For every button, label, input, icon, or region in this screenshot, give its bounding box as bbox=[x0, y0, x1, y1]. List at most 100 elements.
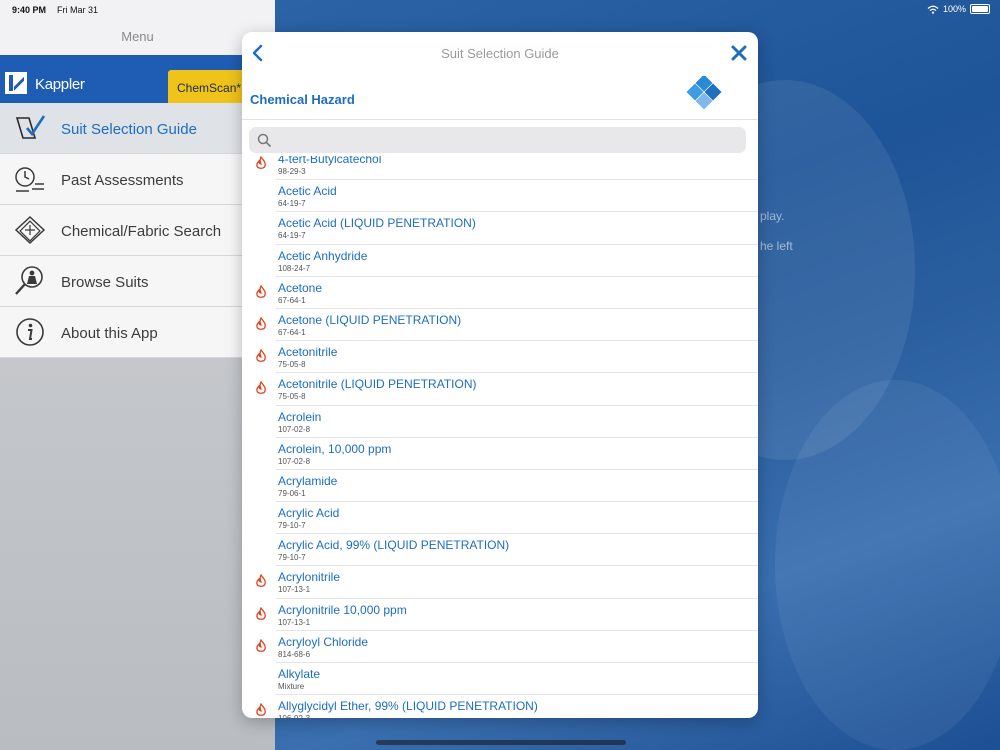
chemical-name: Acetonitrile (LIQUID PENETRATION) bbox=[278, 377, 477, 392]
menu-label-suit-selection-guide: Suit Selection Guide bbox=[61, 121, 197, 138]
chemical-name: Acrylic Acid bbox=[278, 506, 340, 521]
chemical-cas-number: 75-05-8 bbox=[278, 360, 306, 370]
menu-item-suit-selection-guide[interactable]: Suit Selection Guide bbox=[0, 103, 275, 154]
chemical-row[interactable]: Acryloyl Chloride 814-68-6 bbox=[242, 631, 758, 663]
chemical-name: Acrylonitrile bbox=[278, 570, 341, 585]
chemical-cas-number: 79-10-7 bbox=[278, 553, 306, 563]
chemical-row[interactable]: Acetic Acid 64-19-7 bbox=[242, 180, 758, 213]
chemical-cas-number: 64-19-7 bbox=[278, 199, 306, 209]
suit-selection-modal: Suit Selection Guide Chemical Hazard 4-t… bbox=[242, 32, 758, 718]
menu-title: Menu bbox=[121, 29, 154, 44]
background-figure-lower bbox=[775, 380, 1000, 750]
status-bar: 9:40 PM Fri Mar 31 100% bbox=[0, 0, 1000, 20]
status-right: 100% bbox=[927, 4, 990, 14]
chemical-row[interactable]: Allyglycidyl Ether, 99% (LIQUID PENETRAT… bbox=[242, 695, 758, 718]
flammable-icon bbox=[256, 381, 266, 395]
chemical-cas-number: 106-92-3 bbox=[278, 714, 310, 718]
chemical-cas-number: 64-19-7 bbox=[278, 231, 306, 241]
battery-icon bbox=[970, 4, 990, 14]
flammable-icon bbox=[256, 703, 266, 717]
chemical-row[interactable]: Acrolein 107-02-8 bbox=[242, 406, 758, 438]
chemical-cas-number: 814-68-6 bbox=[278, 649, 311, 659]
chemical-row[interactable]: Acrolein, 10,000 ppm 107-02-8 bbox=[242, 438, 758, 470]
chemical-row[interactable]: 4-tert-Butylcatechol 98-29-3 bbox=[242, 156, 758, 181]
chemical-row[interactable]: Acrylonitrile 10,000 ppm 107-13-1 bbox=[242, 599, 758, 631]
detail-hint-line2: he left bbox=[760, 239, 793, 253]
status-time: 9:40 PM bbox=[12, 5, 47, 15]
chemical-name: Acrolein bbox=[278, 409, 322, 424]
chemical-cas-number: 107-13-1 bbox=[278, 617, 311, 627]
menu-label-chemical-fabric-search: Chemical/Fabric Search bbox=[61, 223, 222, 240]
sidebar: Menu Kappler ChemScan* Suit Selection Gu… bbox=[0, 0, 275, 750]
chemical-name: Acetic Acid (LIQUID PENETRATION) bbox=[278, 216, 476, 231]
chemical-cas-number: 79-10-7 bbox=[278, 521, 306, 531]
chemical-name: Allyglycidyl Ether, 99% (LIQUID PENETRAT… bbox=[278, 699, 538, 714]
chemical-cas-number: 67-64-1 bbox=[278, 295, 306, 305]
chemical-cas-number: 108-24-7 bbox=[278, 263, 311, 273]
chemical-cas-number: 67-64-1 bbox=[278, 327, 306, 337]
chemical-cas-number: Mixture bbox=[278, 682, 305, 691]
menu-item-browse-suits[interactable]: Browse Suits bbox=[0, 256, 275, 307]
flammable-icon bbox=[256, 284, 266, 298]
chemscan-button[interactable]: ChemScan* bbox=[168, 70, 248, 103]
chemical-name: Acetonitrile bbox=[278, 345, 338, 360]
modal-title: Suit Selection Guide bbox=[441, 46, 559, 61]
chemical-name: Acetone bbox=[278, 280, 323, 295]
chemical-cas-number: 79-06-1 bbox=[278, 488, 306, 498]
flammable-icon bbox=[256, 638, 266, 652]
menu-label-past-assessments: Past Assessments bbox=[61, 172, 184, 189]
chemical-row[interactable]: Acrylic Acid, 99% (LIQUID PENETRATION) 79… bbox=[242, 534, 758, 567]
flammable-icon bbox=[256, 606, 266, 620]
menu-item-past-assessments[interactable]: Past Assessments bbox=[0, 154, 275, 205]
chemical-name: Acetic Acid bbox=[278, 184, 337, 199]
search-bar[interactable] bbox=[249, 127, 746, 153]
search-input[interactable] bbox=[275, 131, 735, 149]
menu-item-about-this-app[interactable]: About this App bbox=[0, 307, 275, 358]
chemical-cas-number: 107-02-8 bbox=[278, 424, 311, 434]
chemical-row[interactable]: Acrylamide 79-06-1 bbox=[242, 470, 758, 503]
chemical-row[interactable]: Acetic Acid (LIQUID PENETRATION) 64-19-7 bbox=[242, 212, 758, 245]
chemical-name: Acrylic Acid, 99% (LIQUID PENETRATION) bbox=[278, 538, 510, 553]
menu-item-chemical-fabric-search[interactable]: Chemical/Fabric Search bbox=[0, 205, 275, 256]
section-header: Chemical Hazard bbox=[242, 76, 758, 120]
flammable-icon bbox=[256, 156, 266, 169]
brand-name: Kappler bbox=[35, 76, 85, 93]
chemical-row[interactable]: Alkylate Mixture bbox=[242, 663, 758, 696]
chemical-name: Acrylamide bbox=[278, 473, 338, 488]
home-indicator bbox=[376, 740, 626, 745]
chemical-name: Acetone (LIQUID PENETRATION) bbox=[278, 312, 462, 327]
chemical-row[interactable]: Acetone 67-64-1 bbox=[242, 277, 758, 309]
chemical-list: 4-tert-Butylcatechol 98-29-3 Acetic Acid 64… bbox=[242, 156, 758, 718]
chemical-row[interactable]: Acrylic Acid 79-10-7 bbox=[242, 502, 758, 535]
menu-label-about-this-app: About this App bbox=[61, 325, 158, 342]
suit-selection-icon bbox=[15, 115, 46, 139]
fabric-search-icon bbox=[14, 215, 46, 245]
detail-hint-line1: play. bbox=[760, 209, 785, 223]
kappler-diamond-logo-icon bbox=[686, 76, 722, 110]
menu-list: Suit Selection Guide Past Assessments Ch… bbox=[0, 103, 275, 358]
sidebar-background bbox=[0, 358, 275, 750]
chemical-row[interactable]: Acetic Anhydride 108-24-7 bbox=[242, 245, 758, 277]
history-list-icon bbox=[15, 167, 44, 192]
chemscan-label: ChemScan* bbox=[177, 81, 242, 95]
section-title: Chemical Hazard bbox=[250, 92, 355, 107]
chemical-cas-number: 98-29-3 bbox=[278, 167, 306, 176]
chemical-row[interactable]: Acetonitrile 75-05-8 bbox=[242, 341, 758, 374]
info-icon bbox=[16, 318, 44, 346]
browse-suits-icon bbox=[15, 266, 43, 295]
modal-header: Suit Selection Guide bbox=[242, 32, 758, 76]
kappler-logo-icon bbox=[5, 72, 27, 94]
chemical-row[interactable]: Acetone (LIQUID PENETRATION) 67-64-1 bbox=[242, 309, 758, 342]
chemical-name: Acrolein, 10,000 ppm bbox=[278, 441, 392, 456]
chemical-name: Alkylate bbox=[278, 667, 321, 681]
chemical-row[interactable]: Acrylonitrile 107-13-1 bbox=[242, 566, 758, 599]
flammable-icon bbox=[256, 316, 266, 330]
wifi-icon bbox=[927, 5, 939, 14]
flammable-icon bbox=[256, 574, 266, 588]
menu-label-browse-suits: Browse Suits bbox=[61, 274, 149, 291]
chemical-row[interactable]: Acetonitrile (LIQUID PENETRATION) 75-05-8 bbox=[242, 373, 758, 406]
close-icon[interactable] bbox=[728, 42, 750, 64]
chemical-name: Acryloyl Chloride bbox=[278, 634, 369, 649]
chemical-name: Acrylonitrile 10,000 ppm bbox=[278, 602, 407, 617]
chemical-name: Acetic Anhydride bbox=[278, 248, 368, 263]
